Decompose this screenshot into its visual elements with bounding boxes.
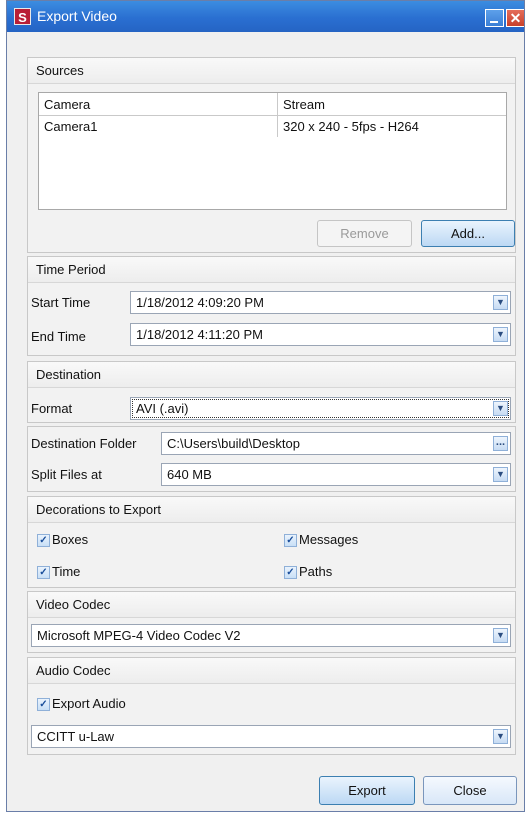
destination-group: Destination Format AVI (.avi) ▼ — [27, 361, 516, 423]
chevron-down-icon[interactable]: ▼ — [493, 467, 508, 482]
destination-folder-group: Destination Folder C:\Users\build\Deskto… — [27, 426, 516, 492]
close-button[interactable]: Close — [423, 776, 517, 805]
video-codec-select[interactable]: Microsoft MPEG-4 Video Codec V2 ▼ — [31, 624, 511, 647]
messages-label[interactable]: Messages — [299, 532, 358, 547]
chevron-down-icon[interactable]: ▼ — [493, 729, 508, 744]
format-value: AVI (.avi) — [136, 401, 189, 416]
row-camera-cell: Camera1 — [44, 119, 98, 134]
start-time-picker[interactable]: 1/18/2012 4:09:20 PM ▼ — [130, 291, 511, 314]
column-header-stream[interactable]: Stream — [277, 93, 506, 116]
start-time-label: Start Time — [31, 295, 91, 310]
audio-codec-group: Audio Codec ✓ Export Audio CCITT u-Law ▼ — [27, 657, 516, 755]
chevron-down-icon[interactable]: ▼ — [493, 295, 508, 310]
start-time-value: 1/18/2012 4:09:20 PM — [136, 295, 264, 310]
decorations-header: Decorations to Export — [28, 497, 515, 523]
ellipsis-icon[interactable]: ... — [493, 436, 508, 451]
app-logo-icon: S — [14, 8, 31, 25]
destination-header: Destination — [28, 362, 515, 388]
remove-button[interactable]: Remove — [317, 220, 412, 247]
add-button[interactable]: Add... — [421, 220, 515, 247]
destination-folder-value: C:\Users\build\Desktop — [167, 436, 300, 451]
split-files-label: Split Files at — [31, 467, 102, 482]
boxes-checkbox[interactable]: ✓ — [37, 534, 50, 547]
sources-table[interactable]: Camera Stream Camera1 320 x 240 - 5fps -… — [38, 92, 507, 210]
end-time-value: 1/18/2012 4:11:20 PM — [136, 327, 263, 342]
title-bar[interactable]: S Export Video ✕ — [7, 1, 524, 32]
format-label: Format — [31, 401, 73, 416]
paths-checkbox[interactable]: ✓ — [284, 566, 297, 579]
time-period-group: Time Period Start Time 1/18/2012 4:09:20… — [27, 256, 516, 356]
table-row[interactable]: Camera1 320 x 240 - 5fps - H264 — [39, 115, 506, 137]
export-audio-checkbox[interactable]: ✓ — [37, 698, 50, 711]
audio-codec-select[interactable]: CCITT u-Law ▼ — [31, 725, 511, 748]
end-time-label: End Time — [31, 329, 86, 344]
close-window-button[interactable]: ✕ — [506, 9, 524, 27]
decorations-group: Decorations to Export ✓ Boxes ✓ Messages… — [27, 496, 516, 588]
video-codec-group: Video Codec Microsoft MPEG-4 Video Codec… — [27, 591, 516, 653]
audio-codec-header: Audio Codec — [28, 658, 515, 684]
split-files-value: 640 MB — [167, 467, 212, 482]
video-codec-value: Microsoft MPEG-4 Video Codec V2 — [37, 628, 241, 643]
destination-folder-input[interactable]: C:\Users\build\Desktop ... — [161, 432, 511, 455]
chevron-down-icon[interactable]: ▼ — [493, 327, 508, 342]
split-files-select[interactable]: 640 MB ▼ — [161, 463, 511, 486]
boxes-label[interactable]: Boxes — [52, 532, 88, 547]
video-codec-header: Video Codec — [28, 592, 515, 618]
row-stream-cell: 320 x 240 - 5fps - H264 — [277, 115, 506, 137]
destination-folder-label: Destination Folder — [31, 436, 137, 451]
sources-group: Sources Camera Stream Camera1 320 x 240 … — [27, 57, 516, 253]
audio-codec-value: CCITT u-Law — [37, 729, 115, 744]
time-period-header: Time Period — [28, 257, 515, 283]
chevron-down-icon[interactable]: ▼ — [493, 628, 508, 643]
window-title: Export Video — [37, 8, 117, 24]
chevron-down-icon[interactable]: ▼ — [493, 401, 508, 416]
column-header-camera[interactable]: Camera — [39, 93, 278, 116]
sources-header: Sources — [28, 58, 515, 84]
format-select[interactable]: AVI (.avi) ▼ — [130, 397, 511, 420]
export-button[interactable]: Export — [319, 776, 415, 805]
time-checkbox[interactable]: ✓ — [37, 566, 50, 579]
paths-label[interactable]: Paths — [299, 564, 332, 579]
end-time-picker[interactable]: 1/18/2012 4:11:20 PM ▼ — [130, 323, 511, 346]
export-video-dialog: S Export Video ✕ Sources Camera Stream C… — [6, 0, 525, 812]
export-audio-label[interactable]: Export Audio — [52, 696, 126, 711]
messages-checkbox[interactable]: ✓ — [284, 534, 297, 547]
minimize-button[interactable] — [485, 9, 504, 27]
time-label[interactable]: Time — [52, 564, 80, 579]
